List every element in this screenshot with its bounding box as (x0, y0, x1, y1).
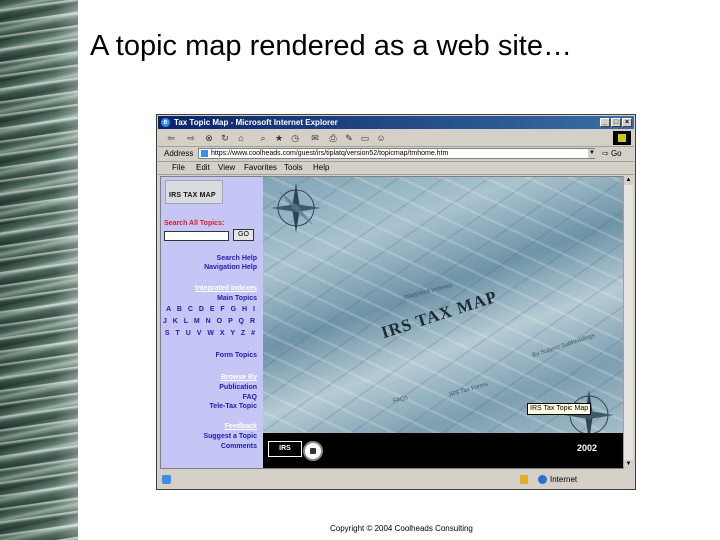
search-label: Search All Topics: (164, 220, 225, 227)
forward-icon[interactable]: ⇨ (186, 133, 196, 143)
link-form-topics[interactable]: Form Topics (216, 352, 257, 359)
link-tele-tax-topic[interactable]: Tele-Tax Topic (210, 403, 257, 410)
menu-bar: File Edit View Favorites Tools Help (158, 162, 634, 175)
alphabet-row-3[interactable]: S T U V W X Y Z # (165, 330, 257, 337)
search-input[interactable] (164, 231, 229, 241)
home-icon[interactable]: ⌂ (236, 133, 246, 143)
browser-window: e Tax Topic Map - Microsoft Internet Exp… (156, 114, 636, 490)
window-title: Tax Topic Map - Microsoft Internet Explo… (174, 118, 338, 127)
link-search-help[interactable]: Search Help (217, 255, 257, 262)
search-icon[interactable]: ⌕ (258, 133, 268, 143)
close-button[interactable]: × (622, 118, 632, 127)
heading-feedback[interactable]: Feedback (225, 423, 257, 430)
history-icon[interactable]: ◷ (290, 133, 300, 143)
back-icon[interactable]: ⇦ (166, 133, 176, 143)
address-url: https://www.coolheads.com/guest/irs/tipl… (211, 150, 449, 157)
link-suggest-topic[interactable]: Suggest a Topic (203, 433, 257, 440)
menu-edit[interactable]: Edit (196, 163, 210, 172)
ie-icon: e (161, 118, 170, 127)
map-label-tax-forms: IRS Tax Forms (448, 381, 489, 399)
menu-file[interactable]: File (172, 163, 185, 172)
menu-help[interactable]: Help (313, 163, 329, 172)
water-background (0, 0, 78, 540)
internet-zone-icon (538, 475, 547, 484)
address-input[interactable]: https://www.coolheads.com/guest/irs/tipl… (198, 148, 595, 159)
heading-browse-by[interactable]: Browse By (221, 374, 257, 381)
maximize-button[interactable]: □ (611, 118, 621, 127)
messenger-icon[interactable]: ☺ (376, 133, 386, 143)
link-comments[interactable]: Comments (221, 443, 257, 450)
discuss-icon[interactable]: ▭ (360, 133, 370, 143)
go-button-label: Go (610, 149, 622, 158)
status-zone: Internet (550, 475, 578, 484)
lock-icon (520, 475, 528, 484)
copyright-text: Copyright © 2004 Coolheads Consulting (330, 524, 473, 533)
link-main-topics[interactable]: Main Topics (217, 295, 257, 302)
scroll-up-icon[interactable]: ▲ (624, 176, 633, 185)
alphabet-row-1[interactable]: A B C D E F G H I (166, 306, 257, 313)
treasury-seal-icon (303, 441, 323, 461)
heading-integrated-indexes[interactable]: Integrated Indexes (195, 285, 257, 292)
logo-text: IRS TAX MAP (169, 192, 216, 199)
stop-icon[interactable]: ⊗ (204, 133, 214, 143)
map-label-faqs: FAQs (392, 395, 409, 405)
status-bar: Internet (158, 472, 634, 488)
chevron-down-icon[interactable]: ▼ (588, 149, 596, 158)
map-tooltip: IRS Tax Topic Map (527, 403, 592, 415)
toolbar: ⇦ ⇨ ⊗ ↻ ⌂ ⌕ ★ ◷ ✉ ⎙ ✎ ▭ ☺ (158, 130, 634, 147)
address-bar: Address https://www.coolheads.com/guest/… (158, 147, 634, 162)
menu-tools[interactable]: Tools (284, 163, 303, 172)
link-navigation-help[interactable]: Navigation Help (204, 264, 257, 271)
menu-view[interactable]: View (218, 163, 235, 172)
page-icon (201, 150, 208, 157)
map-label-subject: By Subject Subheadings (531, 333, 596, 359)
menu-favorites[interactable]: Favorites (244, 163, 277, 172)
window-titlebar[interactable]: e Tax Topic Map - Microsoft Internet Exp… (158, 116, 634, 129)
print-icon[interactable]: ⎙ (328, 133, 338, 143)
mail-icon[interactable]: ✉ (310, 133, 320, 143)
go-arrow-icon: ⇨ (602, 149, 609, 158)
edit-icon[interactable]: ✎ (344, 133, 354, 143)
page-content: IRS TAX MAP Search All Topics: GO Search… (160, 176, 626, 469)
page-status-icon (162, 475, 171, 484)
address-label: Address (164, 149, 194, 158)
favorites-icon[interactable]: ★ (274, 133, 284, 143)
left-nav: IRS TAX MAP Search All Topics: GO Search… (161, 177, 263, 468)
minimize-button[interactable]: _ (600, 118, 610, 127)
alphabet-row-2[interactable]: J K L M N O P Q R (163, 318, 257, 325)
refresh-icon[interactable]: ↻ (220, 133, 230, 143)
go-button[interactable]: ⇨ Go (602, 149, 622, 158)
map-label-integrated-indexes: Integrated Indexes (403, 283, 453, 301)
scroll-down-icon[interactable]: ▼ (624, 460, 633, 469)
slide-title: A topic map rendered as a web site… (90, 30, 572, 62)
tax-map-image[interactable]: IRS TAX MAP Integrated Indexes By Subjec… (263, 177, 625, 433)
irs-logo[interactable]: IRS (268, 441, 302, 457)
search-go-button[interactable]: GO (233, 229, 254, 241)
vertical-scrollbar[interactable]: ▲ ▼ (623, 176, 633, 469)
link-faq[interactable]: FAQ (243, 394, 257, 401)
map-title: IRS TAX MAP (378, 286, 500, 343)
link-publication[interactable]: Publication (219, 384, 257, 391)
irs-tax-map-logo[interactable]: IRS TAX MAP (165, 180, 223, 204)
windows-logo-icon (613, 131, 631, 145)
map-footer: IRS 2002 (263, 433, 625, 468)
map-year: 2002 (577, 443, 598, 453)
compass-rose-icon (271, 183, 321, 233)
